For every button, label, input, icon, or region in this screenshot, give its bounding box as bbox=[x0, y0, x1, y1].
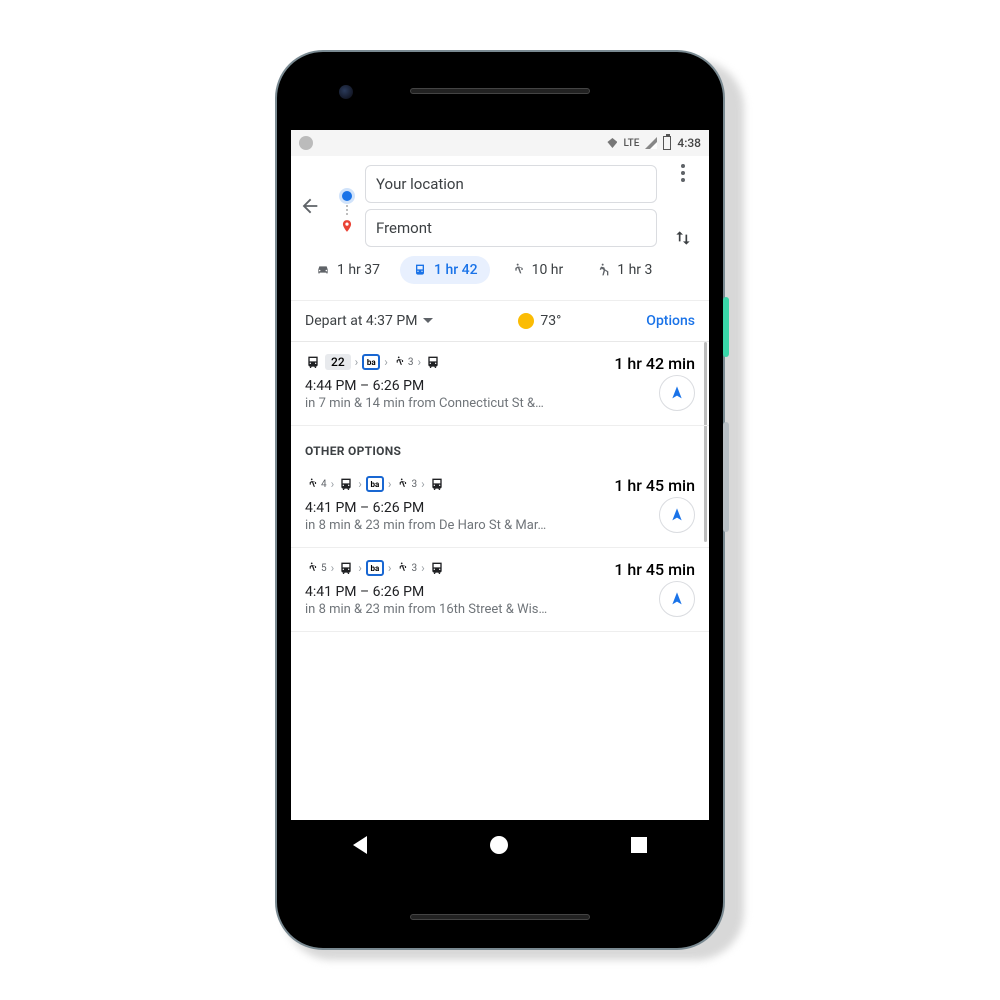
mode-ride[interactable]: 1 hr 3 bbox=[583, 256, 664, 284]
sun-icon bbox=[518, 313, 534, 329]
route-detail: in 7 min & 14 min from Connecticut St &… bbox=[305, 396, 695, 411]
phone-frame: LTE 4:38 Your location F bbox=[275, 50, 725, 950]
front-camera bbox=[339, 85, 353, 99]
walk-icon bbox=[395, 560, 409, 576]
android-navbar bbox=[291, 820, 709, 870]
bus-number: 22 bbox=[325, 354, 351, 370]
route-duration: 1 hr 45 min bbox=[614, 476, 695, 495]
screen: LTE 4:38 Your location F bbox=[291, 130, 709, 870]
walk-icon bbox=[305, 560, 319, 576]
chevron-down-icon bbox=[423, 316, 433, 326]
clock: 4:38 bbox=[677, 136, 701, 150]
status-bar: LTE 4:38 bbox=[291, 130, 709, 156]
mode-walk[interactable]: 10 hr bbox=[498, 256, 576, 284]
route-indicator bbox=[337, 179, 357, 233]
routes-list[interactable]: 22 › ba › 3 › 1 hr 42 min 4:44 PM – 6:26… bbox=[291, 342, 709, 820]
walk-minutes: 3 bbox=[408, 357, 414, 368]
nav-home-button[interactable] bbox=[490, 836, 508, 854]
mode-walk-label: 10 hr bbox=[532, 262, 564, 278]
route-detail: in 8 min & 23 min from 16th Street & Wis… bbox=[305, 602, 695, 617]
bart-icon: ba bbox=[366, 560, 384, 576]
start-navigation-button[interactable] bbox=[659, 581, 695, 617]
power-button bbox=[723, 297, 729, 357]
other-options-header: OTHER OPTIONS bbox=[291, 426, 709, 464]
mode-car[interactable]: 1 hr 37 bbox=[303, 256, 392, 284]
bus-icon bbox=[429, 560, 445, 576]
walk-icon bbox=[392, 354, 406, 370]
route-item[interactable]: 22 › ba › 3 › 1 hr 42 min 4:44 PM – 6:26… bbox=[291, 342, 709, 426]
walk-minutes: 3 bbox=[411, 479, 417, 490]
navigation-icon bbox=[669, 385, 685, 401]
bus-icon bbox=[429, 476, 445, 492]
speaker-top bbox=[410, 88, 590, 94]
route-time: 4:41 PM – 6:26 PM bbox=[305, 584, 695, 600]
options-button[interactable]: Options bbox=[646, 313, 695, 329]
location-icon bbox=[607, 138, 617, 148]
walk-minutes: 3 bbox=[411, 563, 417, 574]
depart-label: Depart at 4:37 PM bbox=[305, 313, 417, 329]
bus-icon bbox=[305, 354, 321, 370]
walk-icon bbox=[395, 476, 409, 492]
origin-dot-icon bbox=[342, 191, 352, 201]
mode-transit-label: 1 hr 42 bbox=[434, 262, 478, 278]
route-duration: 1 hr 42 min bbox=[614, 354, 695, 373]
network-label: LTE bbox=[623, 138, 639, 149]
nav-back-button[interactable] bbox=[353, 836, 367, 854]
navigation-icon bbox=[669, 591, 685, 607]
overflow-menu-button[interactable] bbox=[681, 164, 685, 182]
temperature: 73° bbox=[540, 313, 561, 329]
route-time: 4:44 PM – 6:26 PM bbox=[305, 378, 695, 394]
signal-icon bbox=[645, 137, 657, 149]
mode-car-label: 1 hr 37 bbox=[337, 262, 380, 278]
depart-row: Depart at 4:37 PM 73° Options bbox=[291, 301, 709, 342]
navigation-icon bbox=[669, 507, 685, 523]
mode-ride-label: 1 hr 3 bbox=[617, 262, 652, 278]
directions-header: Your location Fremont 1 hr 37 1 h bbox=[291, 156, 709, 301]
mode-transit[interactable]: 1 hr 42 bbox=[400, 256, 490, 284]
destination-pin-icon bbox=[340, 219, 354, 233]
start-navigation-button[interactable] bbox=[659, 375, 695, 411]
statusbar-notification-icon bbox=[299, 136, 313, 150]
route-item[interactable]: 4 › › ba › 3 › 1 hr 45 min 4:41 PM – 6:2… bbox=[291, 464, 709, 548]
bus-icon bbox=[338, 560, 354, 576]
bart-icon: ba bbox=[362, 354, 380, 370]
depart-time-button[interactable]: Depart at 4:37 PM bbox=[305, 313, 433, 329]
walk-minutes: 4 bbox=[321, 479, 327, 490]
start-navigation-button[interactable] bbox=[659, 497, 695, 533]
swap-button[interactable] bbox=[673, 228, 693, 248]
battery-icon bbox=[663, 136, 671, 150]
bus-icon bbox=[425, 354, 441, 370]
speaker-bottom bbox=[410, 914, 590, 920]
walk-minutes: 5 bbox=[321, 563, 327, 574]
origin-field[interactable]: Your location bbox=[365, 165, 657, 203]
destination-field[interactable]: Fremont bbox=[365, 209, 657, 247]
bus-icon bbox=[338, 476, 354, 492]
volume-button bbox=[723, 422, 729, 532]
bart-icon: ba bbox=[366, 476, 384, 492]
mode-tabs: 1 hr 37 1 hr 42 10 hr 1 hr 3 bbox=[299, 248, 701, 294]
route-duration: 1 hr 45 min bbox=[614, 560, 695, 579]
route-item[interactable]: 5 › › ba › 3 › 1 hr 45 min 4:41 PM – 6:2… bbox=[291, 548, 709, 632]
walk-icon bbox=[305, 476, 319, 492]
back-button[interactable] bbox=[299, 195, 329, 217]
weather: 73° bbox=[518, 313, 561, 329]
route-time: 4:41 PM – 6:26 PM bbox=[305, 500, 695, 516]
route-detail: in 8 min & 23 min from De Haro St & Mar… bbox=[305, 518, 695, 533]
nav-recents-button[interactable] bbox=[631, 837, 647, 853]
